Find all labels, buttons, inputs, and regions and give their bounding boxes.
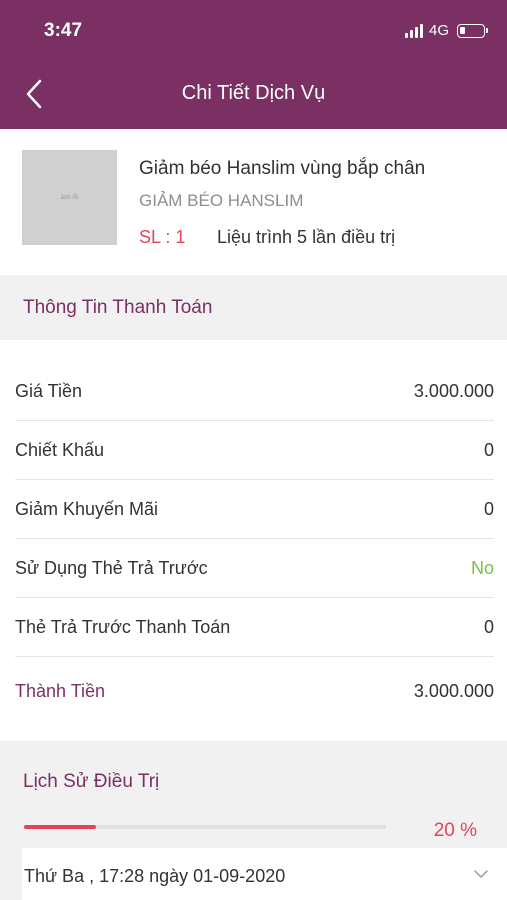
promotion-row: Giảm Khuyến Mãi 0 <box>15 480 494 539</box>
total-row: Thành Tiền 3.000.000 <box>15 662 494 721</box>
progress-bar <box>24 825 386 829</box>
total-value: 3.000.000 <box>413 681 494 701</box>
treatment-history-section: Lịch Sử Điều Trị 20 % Thứ Ba , 17:28 ngà… <box>0 741 507 900</box>
status-time: 3:47 <box>44 20 83 41</box>
row-label: Giá Tiền <box>15 380 83 401</box>
prepaid-card-payment-row: Thẻ Trả Trước Thanh Toán 0 <box>15 598 494 657</box>
total-label: Thành Tiền <box>15 681 106 701</box>
signal-icon <box>404 23 423 38</box>
payment-info-list: Giá Tiền 3.000.000 Chiết Khấu 0 Giảm Khu… <box>0 340 507 741</box>
prepaid-card-usage-row: Sử Dụng Thẻ Trả Trước No <box>15 539 494 598</box>
row-label: Sử Dụng Thẻ Trả Trước <box>15 557 208 578</box>
network-label: 4G <box>428 22 449 39</box>
product-card: ảnh lỗi Giảm béo Hanslim vùng bắp chân G… <box>0 129 507 275</box>
row-value: No <box>470 557 494 578</box>
page-title: Chi Tiết Dịch Vụ <box>181 82 326 104</box>
row-value: 0 <box>483 439 494 460</box>
payment-section-header: Thông Tin Thanh Toán <box>0 275 507 340</box>
discount-row: Chiết Khấu 0 <box>15 421 494 480</box>
progress-bar-fill <box>24 825 97 829</box>
history-section-title: Lịch Sử Điều Trị <box>23 771 160 792</box>
thumbnail-placeholder-text: ảnh lỗi <box>60 194 79 201</box>
app-header: 3:47 4G Chi Tiết Dịch Vụ <box>0 0 507 129</box>
payment-section-title: Thông Tin Thanh Toán <box>23 297 213 318</box>
progress-percent: 20 % <box>433 820 477 841</box>
history-entry[interactable]: Thứ Ba , 17:28 ngày 01-09-2020 <box>22 848 507 900</box>
row-value: 0 <box>483 498 494 519</box>
product-name: Giảm béo Hanslim vùng bắp chân <box>139 158 426 179</box>
row-value: 3.000.000 <box>413 380 494 401</box>
product-brand: GIẢM BÉO HANSLIM <box>139 191 304 210</box>
row-label: Thẻ Trả Trước Thanh Toán <box>15 616 231 637</box>
row-label: Giảm Khuyến Mãi <box>15 498 159 519</box>
row-value: 0 <box>483 616 494 637</box>
row-label: Chiết Khấu <box>15 439 105 460</box>
status-indicators: 4G <box>404 22 488 39</box>
history-entry-date: Thứ Ba , 17:28 ngày 01-09-2020 <box>24 866 286 886</box>
battery-icon <box>457 23 488 38</box>
product-quantity: SL : 1 <box>139 227 186 247</box>
product-thumbnail: ảnh lỗi <box>22 150 117 245</box>
product-course: Liệu trình 5 lần điều trị <box>217 227 396 247</box>
chevron-down-icon[interactable] <box>473 868 489 880</box>
price-row: Giá Tiền 3.000.000 <box>15 362 494 421</box>
